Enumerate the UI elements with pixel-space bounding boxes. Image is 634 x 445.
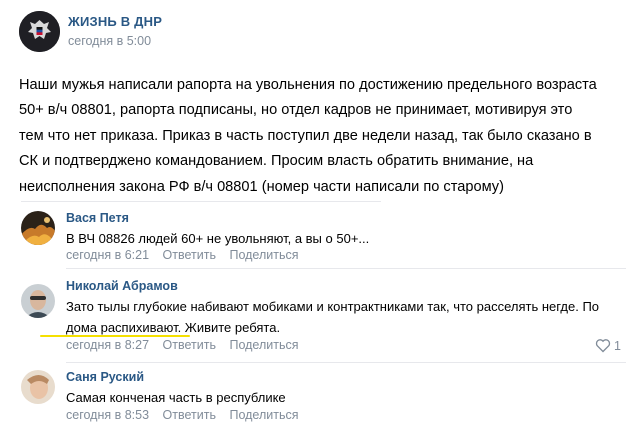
post-text: Наши мужья написали рапорта на увольнени… bbox=[19, 73, 619, 200]
reply-button[interactable]: Ответить bbox=[163, 248, 216, 262]
comment-text: В ВЧ 08826 людей 60+ не увольняют, а вы … bbox=[66, 228, 626, 249]
comment-meta: сегодня в 6:21 Ответить Поделиться bbox=[66, 248, 298, 262]
comment-author[interactable]: Вася Петя bbox=[66, 211, 129, 225]
comment-text: Самая конченая часть в республике bbox=[66, 387, 626, 408]
comment-divider bbox=[66, 268, 626, 269]
comment-text: Зато тылы глубокие набивают мобиками и к… bbox=[66, 296, 626, 338]
like-count: 1 bbox=[614, 339, 621, 353]
comment-item: Вася Петя В ВЧ 08826 людей 60+ не увольн… bbox=[21, 211, 621, 267]
comment-item: Саня Руский Самая конченая часть в респу… bbox=[21, 370, 621, 426]
comment-divider bbox=[66, 362, 626, 363]
share-button[interactable]: Поделиться bbox=[229, 248, 298, 262]
avatar[interactable] bbox=[21, 370, 55, 404]
post-text-line: тем что нет приказа. Приказ в часть пост… bbox=[19, 127, 592, 144]
share-button[interactable]: Поделиться bbox=[229, 338, 298, 352]
avatar[interactable] bbox=[21, 211, 55, 245]
like-button[interactable]: 1 bbox=[595, 338, 621, 353]
group-name[interactable]: ЖИЗНЬ В ДНР bbox=[68, 14, 162, 29]
comment-time[interactable]: сегодня в 8:27 bbox=[66, 338, 149, 352]
comment-author[interactable]: Саня Руский bbox=[66, 370, 144, 384]
avatar-image bbox=[21, 370, 55, 404]
comment-time[interactable]: сегодня в 6:21 bbox=[66, 248, 149, 262]
reply-button[interactable]: Ответить bbox=[163, 338, 216, 352]
post-text-line: СК и подтверджено командованием. Просим … bbox=[19, 153, 534, 170]
reply-button[interactable]: Ответить bbox=[163, 408, 216, 422]
avatar-image bbox=[21, 284, 55, 318]
post-text-line: неисполнения закона РФ в/ч 08801 (номер … bbox=[19, 178, 504, 195]
comment-time[interactable]: сегодня в 8:53 bbox=[66, 408, 149, 422]
avatar-image bbox=[21, 211, 55, 245]
share-button[interactable]: Поделиться bbox=[229, 408, 298, 422]
post-time[interactable]: сегодня в 5:00 bbox=[68, 34, 151, 48]
comment-text-line: Самая конченая часть в республике bbox=[66, 390, 286, 405]
post-text-line: 50+ в/ч 08801, рапорта подписаны, но отд… bbox=[19, 102, 573, 119]
highlight-underline bbox=[40, 335, 190, 337]
heart-icon bbox=[595, 339, 610, 353]
comment-meta: сегодня в 8:53 Ответить Поделиться bbox=[66, 408, 298, 422]
comment-text-line: Зато тылы глубокие набивают мобиками и к… bbox=[66, 299, 600, 314]
post-header: ЖИЗНЬ В ДНР сегодня в 5:00 bbox=[19, 11, 619, 56]
comments-divider bbox=[21, 201, 381, 202]
comment-text-line: В ВЧ 08826 людей 60+ не увольняют, а вы … bbox=[66, 231, 370, 246]
comment-author[interactable]: Николай Абрамов bbox=[66, 279, 178, 293]
post-text-line: Наши мужья написали рапорта на увольнени… bbox=[19, 77, 597, 93]
avatar[interactable] bbox=[21, 284, 55, 318]
dnr-emblem-icon bbox=[19, 11, 60, 52]
group-avatar[interactable] bbox=[19, 11, 60, 52]
comment-item: Николай Абрамов Зато тылы глубокие набив… bbox=[21, 279, 621, 357]
comment-meta: сегодня в 8:27 Ответить Поделиться bbox=[66, 338, 298, 352]
